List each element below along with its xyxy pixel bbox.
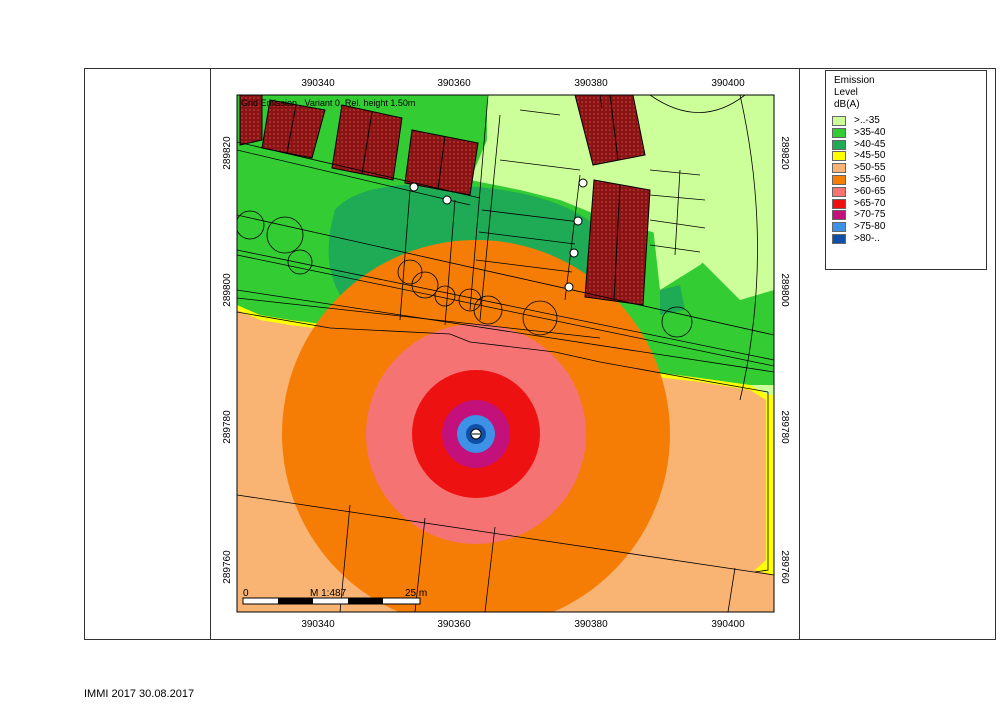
legend-title-line: dB(A): [834, 99, 860, 110]
legend-label: >80-..: [854, 233, 880, 244]
legend-label: >55-60: [854, 174, 886, 185]
legend-swatch: [832, 222, 846, 233]
legend-label: >50-55: [854, 162, 886, 174]
scale-end: 25 m: [405, 588, 427, 599]
legend-item: >60-65: [832, 186, 982, 197]
legend-item: >50-55: [832, 162, 982, 174]
scale-start: 0: [243, 588, 249, 599]
x-tick-top: 390360: [437, 78, 471, 89]
y-tick-left: 289800: [222, 273, 233, 307]
x-axis-bottom: 390340 390360 390380 390400: [301, 619, 745, 630]
legend-swatch: [832, 198, 846, 209]
legend-item: >75-80: [832, 221, 982, 233]
legend-item: >..-35: [832, 115, 982, 126]
map-title: Grid Emission , Variant 0, Rel. height 1…: [241, 98, 415, 108]
y-tick-right: 289820: [779, 136, 790, 170]
legend-item: >55-60: [832, 174, 982, 185]
legend-swatch: [832, 116, 846, 126]
legend-item: >65-70: [832, 198, 982, 209]
y-axis-left: 289820 289800 289780 289760: [222, 136, 233, 584]
legend-swatch: [832, 234, 846, 244]
legend-label: >60-65: [854, 185, 886, 197]
x-tick-bottom: 390400: [711, 619, 745, 630]
scale-ratio: M 1:487: [310, 588, 347, 599]
legend-title-line: Level: [834, 87, 858, 98]
legend-label: >35-40: [854, 126, 886, 138]
legend-label: >65-70: [854, 197, 886, 209]
legend: Emission Level dB(A) >..-35 >35-40 >40-45 >…: [825, 70, 987, 270]
footer-text: IMMI 2017 30.08.2017: [84, 688, 195, 700]
legend-title: Emission Level dB(A): [834, 75, 875, 111]
legend-swatch: [832, 127, 846, 138]
legend-swatch: [832, 186, 846, 197]
y-tick-left: 289780: [222, 410, 233, 444]
legend-item: >80-..: [832, 233, 982, 244]
legend-label: >..-35: [854, 115, 880, 126]
x-tick-top: 390340: [301, 78, 335, 89]
y-tick-right: 289780: [779, 410, 790, 444]
y-tick-right: 289760: [779, 550, 790, 584]
x-tick-bottom: 390340: [301, 619, 335, 630]
legend-item: >45-50: [832, 150, 982, 162]
legend-label: >40-45: [854, 138, 886, 150]
x-tick-top: 390380: [574, 78, 608, 89]
legend-label: >75-80: [854, 221, 886, 233]
y-tick-left: 289760: [222, 550, 233, 584]
x-axis-top: 390340 390360 390380 390400: [301, 78, 745, 89]
legend-swatch: [832, 163, 846, 174]
legend-item: >40-45: [832, 139, 982, 150]
legend-item: >35-40: [832, 127, 982, 138]
map-area: [237, 95, 774, 612]
legend-item: >70-75: [832, 209, 982, 221]
y-tick-right: 289800: [779, 273, 790, 307]
legend-swatch: [832, 175, 846, 185]
x-tick-bottom: 390380: [574, 619, 608, 630]
legend-title-line: Emission: [834, 75, 875, 86]
legend-swatch: [832, 139, 846, 150]
legend-swatch: [832, 151, 846, 162]
legend-swatch: [832, 210, 846, 221]
x-tick-bottom: 390360: [437, 619, 471, 630]
y-axis-right: 289820 289800 289780 289760: [779, 136, 790, 584]
y-tick-left: 289820: [222, 136, 233, 170]
legend-label: >45-50: [854, 150, 886, 162]
legend-label: >70-75: [854, 209, 886, 221]
x-tick-top: 390400: [711, 78, 745, 89]
